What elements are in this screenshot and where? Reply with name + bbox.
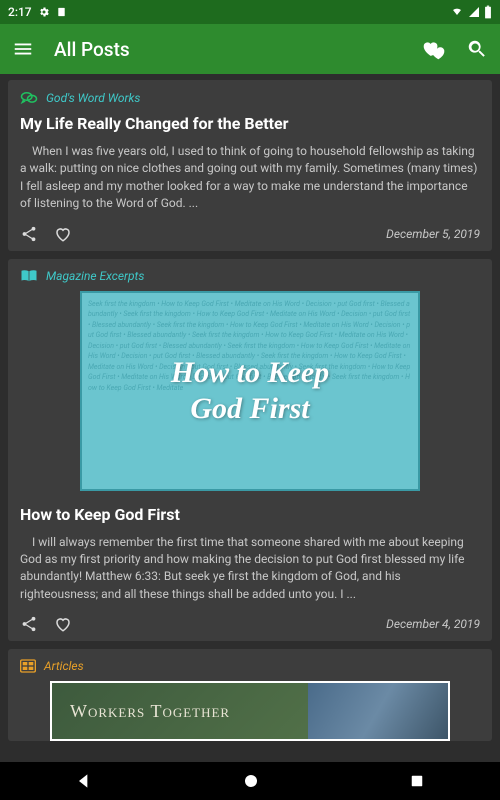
hearts-icon[interactable]	[422, 38, 446, 60]
post-hero-image: Seek first the kingdom • How to Keep God…	[80, 291, 420, 491]
category-label: God's Word Works	[46, 91, 140, 105]
post-category: Articles	[20, 659, 480, 673]
status-time: 2:17	[8, 5, 32, 19]
hero-line-2: God First	[171, 391, 329, 427]
app-bar: All Posts	[0, 24, 500, 74]
category-label: Magazine Excerpts	[46, 269, 144, 283]
hero-title: How to Keep God First	[171, 355, 329, 427]
grid-icon	[20, 659, 36, 673]
system-nav-bar	[0, 762, 500, 800]
speech-bubble-icon	[20, 90, 38, 106]
doc-icon	[56, 6, 67, 18]
posts-list: God's Word Works My Life Really Changed …	[0, 74, 500, 741]
post-card[interactable]: Magazine Excerpts Seek first the kingdom…	[8, 259, 492, 642]
search-icon[interactable]	[466, 38, 488, 60]
signal-icon	[468, 6, 480, 18]
home-icon[interactable]	[242, 772, 260, 790]
post-excerpt: I will always remember the first time th…	[20, 534, 480, 604]
post-category: Magazine Excerpts	[20, 269, 480, 283]
back-icon[interactable]	[74, 771, 94, 791]
post-card[interactable]: God's Word Works My Life Really Changed …	[8, 80, 492, 251]
wifi-icon	[450, 6, 464, 18]
gear-icon	[38, 6, 50, 18]
post-title: How to Keep God First	[20, 505, 480, 524]
post-title: My Life Really Changed for the Better	[20, 114, 480, 133]
book-open-icon	[20, 269, 38, 283]
banner-photo	[308, 683, 448, 739]
status-bar: 2:17	[0, 0, 500, 24]
menu-icon[interactable]	[12, 38, 34, 60]
share-icon[interactable]	[20, 225, 38, 243]
recent-icon[interactable]	[408, 772, 426, 790]
article-banner: Workers Together	[50, 681, 450, 741]
heart-icon[interactable]	[54, 225, 72, 243]
banner-text: Workers Together	[70, 701, 230, 722]
battery-icon	[484, 5, 492, 19]
post-date: December 4, 2019	[386, 617, 480, 631]
post-category: God's Word Works	[20, 90, 480, 106]
hero-line-1: How to Keep	[171, 355, 329, 391]
page-title: All Posts	[54, 38, 130, 61]
post-date: December 5, 2019	[386, 227, 480, 241]
share-icon[interactable]	[20, 615, 38, 633]
category-label: Articles	[44, 659, 84, 673]
post-excerpt: When I was five years old, I used to thi…	[20, 143, 480, 213]
heart-icon[interactable]	[54, 615, 72, 633]
post-card[interactable]: Articles Workers Together	[8, 649, 492, 741]
